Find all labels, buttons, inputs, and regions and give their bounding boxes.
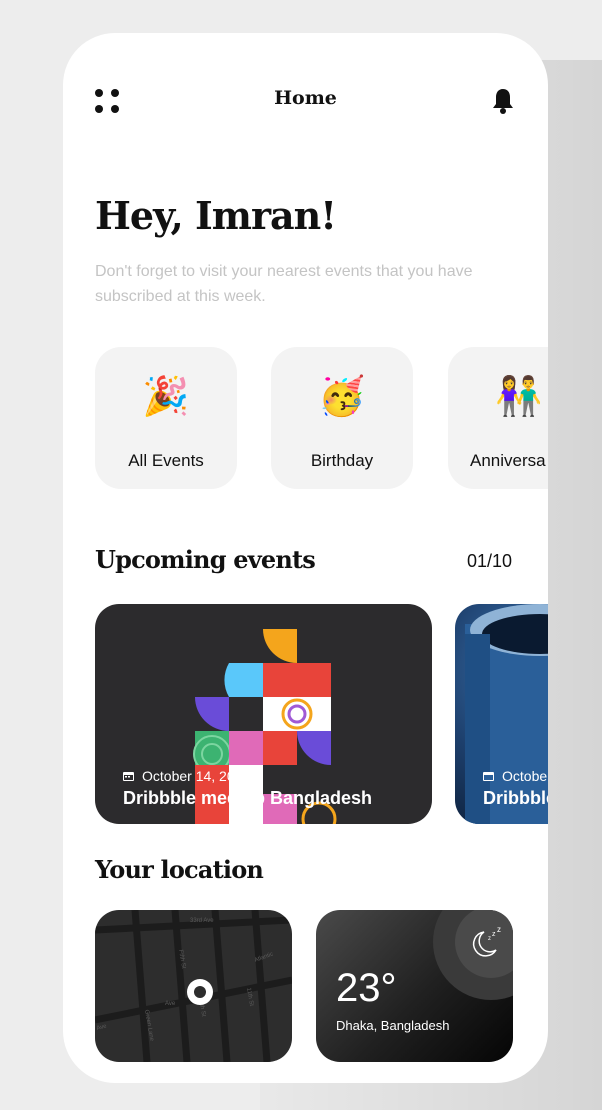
bell-icon[interactable] — [491, 87, 515, 115]
category-label: Birthday — [310, 451, 374, 470]
page-title: Home — [274, 87, 337, 109]
svg-text:z: z — [488, 936, 491, 942]
event-card[interactable]: October 14, 2019 Dribbble meetup Banglad… — [95, 604, 432, 824]
svg-text:z: z — [492, 931, 496, 938]
temperature: 23° — [336, 966, 397, 1010]
category-label: All Events — [128, 451, 204, 470]
calendar-icon — [483, 772, 494, 781]
event-date-text: October 14, 2019 — [142, 768, 251, 784]
map-card[interactable]: 33rd Ave Atlantic Fifth St Ave Fifth St … — [95, 910, 292, 1062]
party-popper-icon: 🎉 — [142, 376, 190, 418]
event-date: October 14, 2019 — [123, 768, 250, 784]
city-name: Dhaka, Bangladesh — [336, 1018, 450, 1033]
party-face-icon: 🥳 — [318, 376, 366, 418]
events-counter: 01/10 — [467, 551, 513, 571]
event-date-text: October — [502, 768, 548, 784]
category-anniversary[interactable]: 👫 Anniversa — [448, 347, 548, 489]
greeting-subtitle: Don't forget to visit your nearest event… — [95, 263, 473, 305]
svg-text:z: z — [497, 925, 501, 934]
phone-screen: Home Hey, Imran! Don't forget to visit y… — [63, 33, 548, 1083]
event-card[interactable]: October Dribbble — [455, 604, 548, 824]
map-label: 33rd Ave — [190, 918, 214, 924]
upcoming-events-title: Upcoming events — [95, 545, 316, 574]
event-title: Dribbble — [483, 788, 548, 808]
category-all-events[interactable]: 🎉 All Events — [95, 347, 237, 489]
event-date: October — [483, 768, 548, 784]
map-view: 33rd Ave Atlantic Fifth St Ave Fifth St … — [95, 910, 292, 1062]
greeting-heading: Hey, Imran! — [95, 193, 337, 238]
calendar-icon — [123, 772, 134, 781]
event-title: Dribbble meetup Bangladesh — [123, 788, 373, 808]
couple-icon: 👫 — [495, 376, 543, 418]
map-label: Ave — [96, 1023, 108, 1032]
category-label: Anniversa — [470, 451, 546, 470]
category-birthday[interactable]: 🥳 Birthday — [271, 347, 413, 489]
map-label: Ave — [165, 1001, 176, 1007]
weather-card[interactable]: z z z 23° Dhaka, Bangladesh — [316, 910, 513, 1062]
your-location-title: Your location — [95, 855, 264, 884]
